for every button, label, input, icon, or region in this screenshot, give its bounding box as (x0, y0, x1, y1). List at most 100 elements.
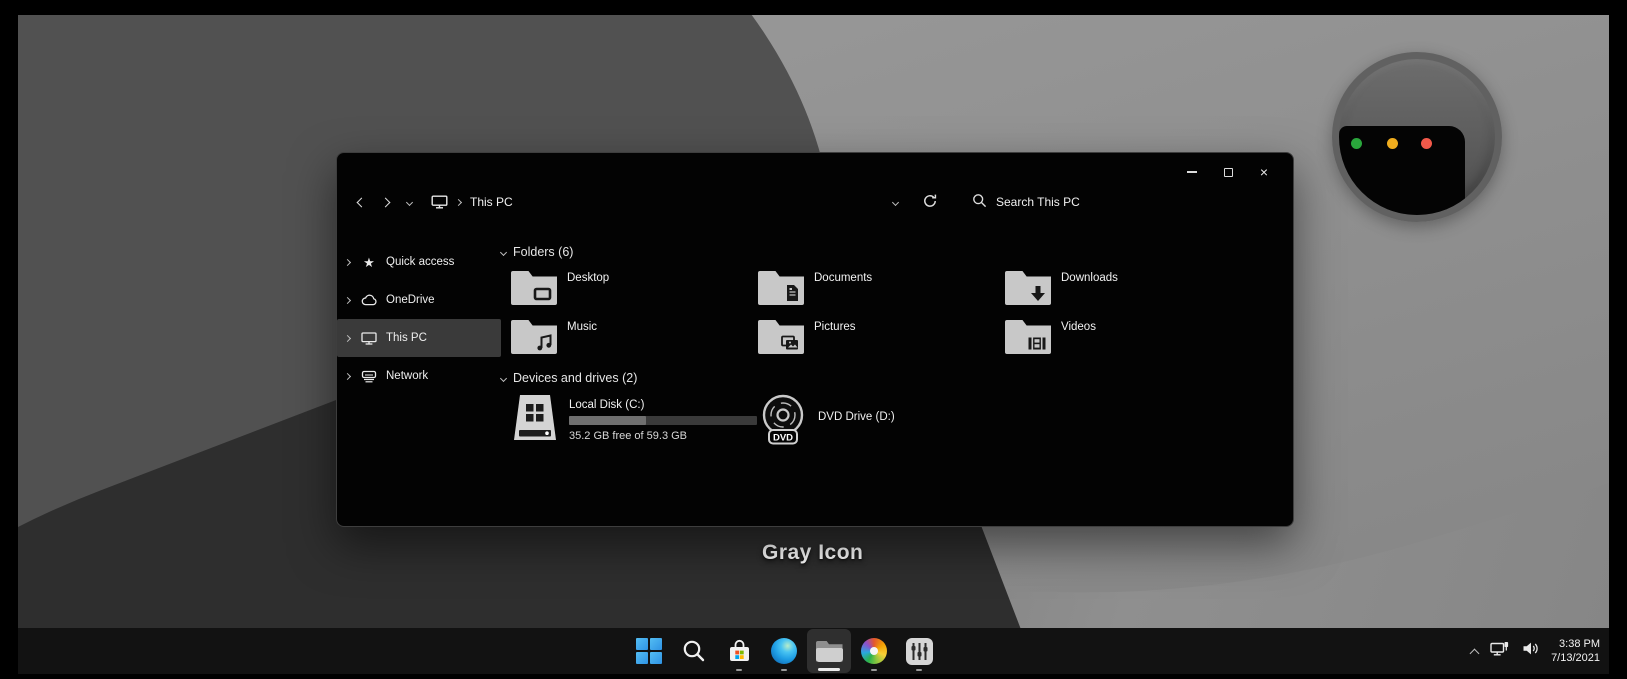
folder-tile-music[interactable]: Music (511, 318, 758, 354)
maximize-button[interactable] (1213, 161, 1243, 183)
music-note-badge-icon (535, 333, 553, 351)
expand-chevron-icon[interactable] (344, 372, 351, 379)
drive-tile-dvd[interactable]: DVD DVD Drive (D:) (758, 393, 1005, 450)
refresh-button[interactable] (922, 193, 938, 212)
emblem-green-dot-icon (1351, 138, 1362, 149)
minimize-icon (1187, 171, 1197, 173)
back-button[interactable] (349, 199, 373, 206)
down-arrow-badge-icon (1029, 285, 1047, 302)
running-indicator (871, 669, 877, 672)
sidebar-item-network[interactable]: Network (337, 357, 501, 395)
close-icon: × (1260, 165, 1268, 179)
forward-button[interactable] (373, 199, 397, 206)
photo-badge-icon (780, 335, 800, 351)
devices-section-header[interactable]: Devices and drives (2) (501, 371, 1293, 385)
folders-section-header[interactable]: Folders (6) (501, 245, 1293, 259)
disk-usage-fill (569, 416, 646, 425)
dvd-badge-text: DVD (773, 433, 793, 444)
folder-label: Downloads (1061, 272, 1118, 305)
folder-icon (511, 271, 557, 305)
volume-tray-icon[interactable] (1522, 641, 1539, 661)
folder-tile-downloads[interactable]: Downloads (1005, 269, 1252, 305)
drive-label: Local Disk (C:) (569, 399, 757, 411)
star-icon: ★ (360, 256, 378, 269)
taskbar: 3:38 PM 7/13/2021 (18, 628, 1609, 674)
network-tray-icon[interactable] (1490, 641, 1510, 662)
edge-icon (771, 638, 797, 664)
folder-icon (511, 320, 557, 354)
titlebar[interactable]: × (337, 153, 1293, 187)
folder-tile-documents[interactable]: Documents (758, 269, 1005, 305)
sidebar-item-label: This PC (386, 332, 427, 344)
file-list-area: Folders (6) Desktop (501, 217, 1293, 528)
drives-grid: Local Disk (C:) 35.2 GB free of 59.3 GB (511, 393, 1293, 450)
folder-label: Music (567, 321, 597, 354)
sliders-icon (906, 638, 933, 665)
sidebar: ★ Quick access OneDrive This PC (337, 217, 501, 528)
wallpaper-label: Gray Icon (762, 541, 863, 565)
sidebar-item-this-pc[interactable]: This PC (337, 319, 501, 357)
address-dropdown-icon[interactable] (892, 198, 899, 205)
file-explorer-icon (816, 641, 843, 662)
running-indicator (916, 669, 922, 672)
drive-label: DVD Drive (D:) (818, 411, 895, 423)
emblem-yellow-dot-icon (1387, 138, 1398, 149)
search-icon (972, 193, 987, 211)
folder-tile-pictures[interactable]: Pictures (758, 318, 1005, 354)
breadcrumb[interactable]: This PC (470, 195, 513, 209)
minimize-button[interactable] (1177, 161, 1207, 183)
folder-icon (1005, 320, 1051, 354)
settings-mixer-button[interactable] (897, 629, 941, 673)
clock-date: 7/13/2021 (1551, 651, 1600, 665)
document-badge-icon (784, 284, 800, 302)
folder-label: Documents (814, 272, 872, 305)
search-input[interactable]: Search This PC (996, 195, 1080, 209)
folder-tile-desktop[interactable]: Desktop (511, 269, 758, 305)
folder-icon (758, 271, 804, 305)
clock[interactable]: 3:38 PM 7/13/2021 (1551, 637, 1600, 665)
dvd-disc-icon: DVD (758, 393, 808, 450)
emblem-red-dot-icon (1421, 138, 1432, 149)
sidebar-item-quick-access[interactable]: ★ Quick access (337, 243, 501, 281)
photos-icon (861, 638, 887, 664)
maximize-icon (1224, 168, 1233, 177)
expand-chevron-icon[interactable] (344, 296, 351, 303)
active-indicator (818, 668, 840, 671)
back-icon (356, 197, 366, 207)
file-explorer-button[interactable] (807, 629, 851, 673)
recent-locations-button[interactable] (397, 200, 421, 205)
expand-chevron-icon[interactable] (344, 334, 351, 341)
close-button[interactable]: × (1249, 161, 1279, 183)
clock-time: 3:38 PM (1551, 637, 1600, 651)
folder-label: Pictures (814, 321, 856, 354)
folder-tile-videos[interactable]: Videos (1005, 318, 1252, 354)
collapse-chevron-icon[interactable] (500, 248, 507, 255)
cloud-icon (360, 294, 378, 306)
store-icon (726, 638, 753, 665)
edge-button[interactable] (762, 629, 806, 673)
sidebar-item-label: Network (386, 370, 428, 382)
gray-icon-emblem (1332, 52, 1502, 222)
section-title: Folders (6) (513, 245, 573, 259)
running-indicator (736, 669, 742, 672)
tray-overflow-chevron-icon[interactable] (1470, 648, 1480, 658)
emblem-window-shape (1339, 126, 1465, 218)
sidebar-item-onedrive[interactable]: OneDrive (337, 281, 501, 319)
folder-icon (1005, 271, 1051, 305)
search-icon (681, 638, 707, 664)
collapse-chevron-icon[interactable] (500, 374, 507, 381)
drive-tile-local-disk[interactable]: Local Disk (C:) 35.2 GB free of 59.3 GB (511, 393, 758, 450)
network-icon (360, 370, 378, 383)
folders-grid: Desktop Documents (511, 269, 1293, 354)
taskbar-search-button[interactable] (672, 629, 716, 673)
start-button[interactable] (627, 629, 671, 673)
chevron-down-icon (405, 198, 412, 205)
folder-icon (758, 320, 804, 354)
system-tray: 3:38 PM 7/13/2021 (1471, 628, 1600, 674)
disk-free-text: 35.2 GB free of 59.3 GB (569, 430, 757, 442)
this-pc-icon (431, 195, 448, 209)
microsoft-store-button[interactable] (717, 629, 761, 673)
photos-button[interactable] (852, 629, 896, 673)
expand-chevron-icon[interactable] (344, 258, 351, 265)
folder-label: Videos (1061, 321, 1096, 354)
